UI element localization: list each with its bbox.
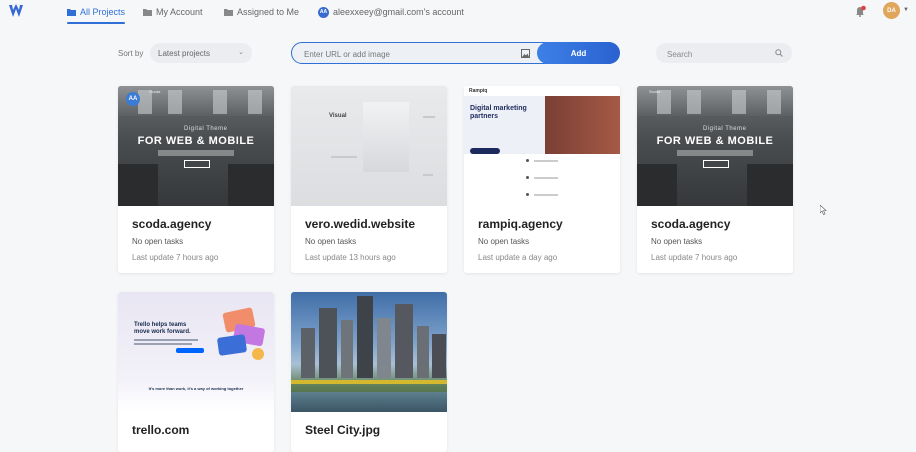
thumb-heading: FOR WEB & MOBILE xyxy=(137,135,255,147)
thumb-subheading: It's more than work, it's a way of worki… xyxy=(148,386,244,391)
tab-label: All Projects xyxy=(80,7,126,17)
tab-label: My Account xyxy=(156,7,203,17)
mouse-cursor-icon xyxy=(820,205,827,215)
thumb-brand: Scoda xyxy=(149,89,161,94)
folder-icon xyxy=(143,9,152,16)
project-card[interactable]: Rampiq Digital marketing partners rampiq… xyxy=(464,86,620,273)
tab-label: Assigned to Me xyxy=(237,7,300,17)
project-updated: Last update a day ago xyxy=(478,253,558,262)
avatar[interactable]: DA xyxy=(883,2,900,19)
project-name: scoda.agency xyxy=(651,217,731,231)
chevron-down-icon: ⌄ xyxy=(238,49,244,56)
logo-icon[interactable] xyxy=(9,4,29,18)
thumb-heading: Trello helps teams move work forward. xyxy=(134,322,191,335)
sort-select[interactable]: Latest projects ⌄ xyxy=(150,43,252,63)
project-card[interactable]: Visual vero.wedid.website No open tasks … xyxy=(291,86,447,273)
account-badge-icon: AA xyxy=(318,6,329,18)
thumb-brand: Scoda xyxy=(649,89,661,94)
project-name: vero.wedid.website xyxy=(305,217,416,231)
project-tasks: No open tasks xyxy=(305,237,357,246)
sort-value: Latest projects xyxy=(158,48,211,58)
search-icon[interactable] xyxy=(775,49,783,57)
notification-bell-icon[interactable] xyxy=(854,5,866,17)
folder-icon xyxy=(224,9,233,16)
tab-my-account[interactable]: My Account xyxy=(143,4,203,20)
project-card[interactable]: Trello helps teams move work forward. It… xyxy=(118,292,274,452)
project-thumbnail xyxy=(291,292,447,412)
project-card[interactable]: Scoda Digital Theme FOR WEB & MOBILE sco… xyxy=(637,86,793,273)
project-thumbnail: Visual xyxy=(291,86,447,206)
project-card[interactable]: AA Scoda Digital Theme FOR WEB & MOBILE … xyxy=(118,86,274,273)
project-name: scoda.agency xyxy=(132,217,212,231)
folder-icon xyxy=(67,9,76,16)
illustration-icon xyxy=(217,307,265,360)
add-button[interactable]: Add xyxy=(537,42,620,64)
top-bar: All Projects My Account Assigned to Me A… xyxy=(0,0,916,24)
project-thumbnail: AA Scoda Digital Theme FOR WEB & MOBILE xyxy=(118,86,274,206)
project-updated: Last update 7 hours ago xyxy=(651,253,738,262)
project-tasks: No open tasks xyxy=(478,237,530,246)
project-name: Steel City.jpg xyxy=(305,423,381,437)
thumb-label: Visual xyxy=(329,113,347,119)
project-updated: Last update 7 hours ago xyxy=(132,253,219,262)
chevron-down-icon[interactable]: ▼ xyxy=(903,7,909,13)
search-input[interactable] xyxy=(665,43,769,65)
image-upload-icon[interactable] xyxy=(521,49,530,58)
account-badge: AA xyxy=(126,92,140,106)
tab-assigned-to-me[interactable]: Assigned to Me xyxy=(224,4,299,20)
project-name: trello.com xyxy=(132,423,190,437)
thumb-logo: Rampiq xyxy=(469,88,488,94)
tab-label: aleexxeey@gmail.com's account xyxy=(333,7,464,17)
url-input-group: Add xyxy=(291,42,620,65)
active-tab-indicator xyxy=(67,22,126,24)
project-thumbnail: Scoda Digital Theme FOR WEB & MOBILE xyxy=(637,86,793,206)
url-input[interactable] xyxy=(302,43,526,65)
tab-shared-account[interactable]: AA aleexxeey@gmail.com's account xyxy=(318,4,464,20)
sort-label: Sort by xyxy=(118,49,144,58)
project-tasks: No open tasks xyxy=(651,237,703,246)
project-tasks: No open tasks xyxy=(132,237,184,246)
project-thumbnail: Trello helps teams move work forward. It… xyxy=(118,292,274,412)
thumb-heading: FOR WEB & MOBILE xyxy=(656,135,774,147)
project-updated: Last update 13 hours ago xyxy=(305,253,396,262)
tab-all-projects[interactable]: All Projects xyxy=(67,4,126,24)
project-name: rampiq.agency xyxy=(478,217,563,231)
thumb-small-text: Digital Theme xyxy=(184,126,228,132)
thumb-small-text: Digital Theme xyxy=(703,126,747,132)
thumb-heading: Digital marketing partners xyxy=(470,105,527,120)
project-thumbnail: Rampiq Digital marketing partners xyxy=(464,86,620,206)
search-box xyxy=(656,43,792,65)
project-card[interactable]: Steel City.jpg xyxy=(291,292,447,452)
